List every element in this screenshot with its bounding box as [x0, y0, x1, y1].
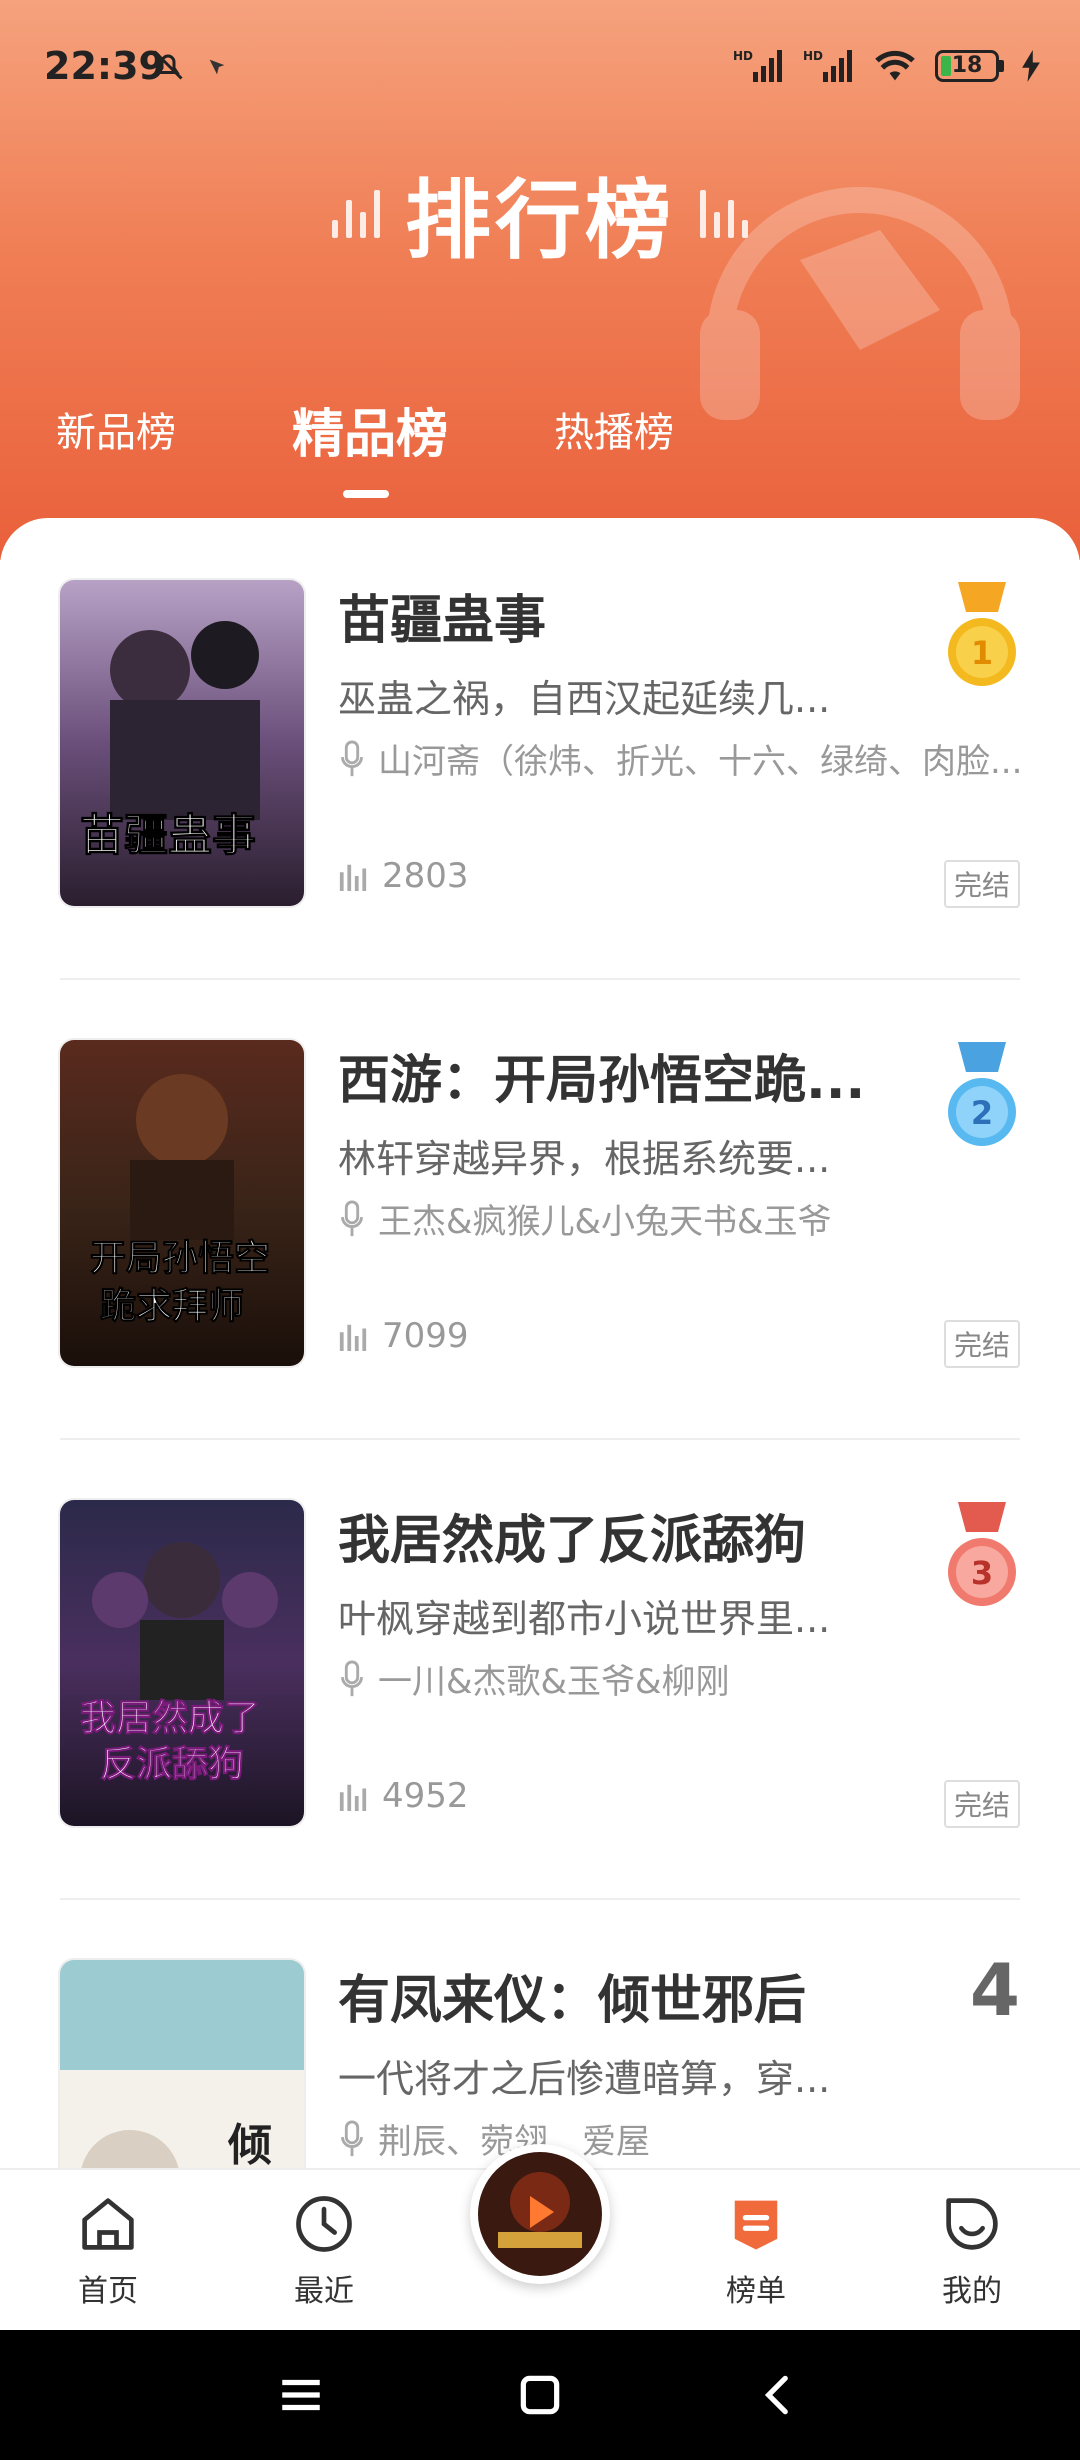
title-bars-left-icon: [331, 188, 380, 238]
svg-text:HD: HD: [733, 49, 753, 63]
mute-bell-icon: [153, 50, 183, 80]
nav-recent[interactable]: 最近: [254, 2190, 394, 2310]
list-item[interactable]: 我居然成了 反派舔狗 我居然成了反派舔狗 叶枫穿越到都市小说世界里... 一川&…: [60, 1438, 1020, 1898]
page-title: 排行榜: [405, 171, 675, 271]
clock-icon: [296, 2196, 352, 2252]
status-badge: 完结: [943, 1320, 1020, 1368]
book-desc: 一代将才之后惨遭暗算，穿...: [338, 2057, 831, 2101]
book-desc: 林轩穿越异界，根据系统要...: [338, 1137, 831, 1181]
svg-text:开局孙悟空: 开局孙悟空: [90, 1238, 270, 1279]
now-playing-button[interactable]: [470, 2144, 610, 2284]
microphone-icon: [341, 2119, 363, 2156]
play-count: 7099: [338, 1316, 469, 1356]
home-icon: [82, 2198, 134, 2250]
nav-profile[interactable]: 我的: [902, 2190, 1042, 2310]
signal-icon: HD: [733, 49, 782, 82]
status-badge: 完结: [943, 1780, 1020, 1828]
svg-text:倾: 倾: [227, 2120, 272, 2168]
book-title[interactable]: 苗疆蛊事: [338, 578, 898, 653]
list-item[interactable]: 开局孙悟空 跪求拜师 西游：开局孙悟空跪... 林轩穿越异界，根据系统要... …: [60, 978, 1020, 1438]
book-cover[interactable]: 苗疆蛊事: [60, 580, 304, 906]
bronze-medal-icon: 3: [948, 1502, 1016, 1606]
book-title[interactable]: 西游：开局孙悟空跪...: [338, 1038, 898, 1113]
list-item[interactable]: 苗疆蛊事 苗疆蛊事 巫蛊之祸，自西汉起延续几... 山河斋（徐炜、折光、十六、绿…: [60, 518, 1022, 978]
svg-text:1: 1: [971, 634, 993, 672]
home-square-icon[interactable]: [515, 2370, 565, 2420]
notification-icon: [209, 59, 225, 75]
silver-medal-icon: 2: [948, 1042, 1016, 1146]
book-desc: 叶枫穿越到都市小说世界里...: [338, 1597, 831, 1641]
list-item[interactable]: 倾 世 有凤来仪：倾世邪后 一代将才之后惨遭暗算，穿... 荆辰、菀翎、爱屋 4: [60, 1898, 1020, 2168]
svg-text:跪求拜师: 跪求拜师: [100, 1286, 244, 1327]
header-banner: 22:39 HD HD 18 排行榜 新品榜 精品榜 热播榜: [0, 0, 1080, 560]
book-narrators: 一川&杰歌&玉爷&柳刚: [338, 1654, 1028, 1703]
battery-icon: 18: [935, 50, 1004, 82]
book-narrators: 王杰&疯猴儿&小兔天书&玉爷: [338, 1194, 1028, 1243]
svg-text:反派舔狗: 反派舔狗: [100, 1744, 244, 1785]
status-icons: HD HD 18: [733, 48, 1040, 84]
status-time: 22:39: [44, 44, 165, 88]
play-count: 4952: [338, 1776, 469, 1816]
nav-home[interactable]: 首页: [38, 2190, 178, 2310]
svg-text:HD: HD: [803, 49, 823, 63]
menu-icon[interactable]: [276, 2370, 326, 2420]
back-icon[interactable]: [754, 2370, 804, 2420]
svg-text:苗疆蛊事: 苗疆蛊事: [80, 810, 256, 861]
book-cover[interactable]: 倾 世: [60, 1960, 304, 2168]
status-badge: 完结: [943, 860, 1020, 908]
play-count: 2803: [338, 856, 469, 896]
book-cover[interactable]: 我居然成了 反派舔狗: [60, 1500, 304, 1826]
system-nav-bar: [0, 2330, 1080, 2460]
bar-chart-icon: [339, 1324, 367, 1351]
profile-icon: [946, 2198, 998, 2250]
tab-new[interactable]: 新品榜: [56, 400, 176, 458]
book-list: 苗疆蛊事 苗疆蛊事 巫蛊之祸，自西汉起延续几... 山河斋（徐炜、折光、十六、绿…: [0, 518, 1080, 2168]
bar-chart-icon: [339, 1784, 367, 1811]
gold-medal-icon: 1: [948, 582, 1016, 686]
book-title[interactable]: 有凤来仪：倾世邪后: [338, 1958, 898, 2033]
microphone-icon: [341, 1199, 363, 1236]
rank-tabs: 新品榜 精品榜 热播榜: [0, 400, 1080, 500]
book-title[interactable]: 我居然成了反派舔狗: [338, 1498, 898, 1573]
tab-hot[interactable]: 热播榜: [554, 400, 674, 458]
now-playing-cover: [478, 2152, 602, 2276]
book-narrators: 山河斋（徐炜、折光、十六、绿绮、肉脸...: [338, 734, 1028, 783]
ranking-icon: [734, 2200, 778, 2250]
charging-icon: [1022, 50, 1040, 82]
wifi-icon: [875, 50, 915, 81]
tab-premium[interactable]: 精品榜: [292, 392, 448, 467]
book-narrators: 荆辰、菀翎、爱屋: [338, 2114, 1028, 2163]
title-area: 排行榜: [0, 150, 1080, 275]
tab-indicator: [343, 490, 389, 498]
svg-text:2: 2: [971, 1094, 993, 1132]
title-bars-right-icon: [700, 188, 749, 238]
book-cover[interactable]: 开局孙悟空 跪求拜师: [60, 1040, 304, 1366]
nav-ranking[interactable]: 榜单: [686, 2190, 826, 2310]
bar-chart-icon: [339, 864, 367, 891]
rank-number: 4: [969, 1948, 1020, 2032]
signal-icon-2: HD: [803, 49, 852, 82]
microphone-icon: [341, 739, 363, 776]
microphone-icon: [341, 1659, 363, 1696]
book-desc: 巫蛊之祸，自西汉起延续几...: [338, 677, 831, 721]
svg-text:我居然成了: 我居然成了: [80, 1697, 260, 1739]
svg-text:3: 3: [971, 1554, 993, 1592]
